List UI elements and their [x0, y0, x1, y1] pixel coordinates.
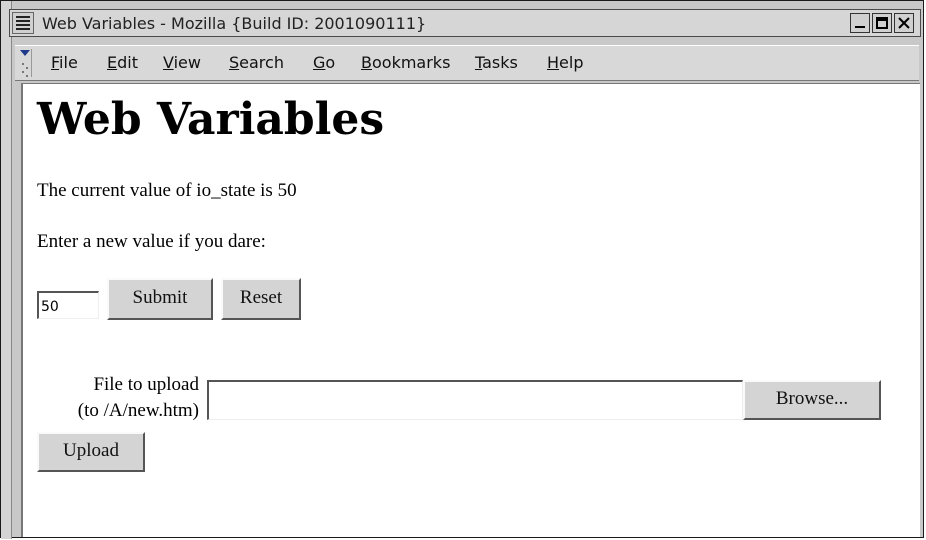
- window-frame-left: [1, 1, 12, 539]
- maximize-icon[interactable]: [872, 13, 892, 33]
- upload-label-line1: File to upload: [93, 374, 199, 395]
- new-value-input[interactable]: 50: [37, 291, 99, 319]
- menu-item-view[interactable]: View: [163, 53, 201, 72]
- current-value-text: The current value of io_state is 50: [37, 180, 297, 201]
- window-title: Web Variables - Mozilla {Build ID: 20010…: [42, 14, 427, 33]
- window-menu-icon[interactable]: [12, 12, 34, 34]
- menu-item-tasks[interactable]: Tasks: [475, 53, 518, 72]
- page-heading: Web Variables: [37, 94, 385, 145]
- page-content: Web Variables The current value of io_st…: [21, 83, 920, 537]
- menu-item-file[interactable]: File: [51, 53, 78, 72]
- close-icon[interactable]: [894, 13, 914, 33]
- upload-label-line2: (to /A/new.htm): [77, 400, 199, 421]
- upload-button[interactable]: Upload: [37, 432, 145, 472]
- menu-bar: File Edit View Search Go Bookmarks Tasks Help: [15, 45, 919, 81]
- file-path-input[interactable]: [207, 380, 743, 420]
- browse-button[interactable]: Browse...: [743, 380, 881, 420]
- menu-item-edit[interactable]: Edit: [107, 53, 138, 72]
- submit-button[interactable]: Submit: [107, 278, 213, 320]
- toolbar-grip-icon[interactable]: [19, 49, 32, 77]
- reset-button[interactable]: Reset: [221, 278, 301, 320]
- menu-item-bookmarks[interactable]: Bookmarks: [361, 53, 450, 72]
- menu-item-go[interactable]: Go: [313, 53, 335, 72]
- title-bar[interactable]: Web Variables - Mozilla {Build ID: 20010…: [9, 9, 921, 37]
- minimize-icon[interactable]: [850, 13, 870, 33]
- prompt-text: Enter a new value if you dare:: [37, 231, 266, 252]
- menu-item-help[interactable]: Help: [547, 53, 583, 72]
- browser-window: Web Variables - Mozilla {Build ID: 20010…: [0, 0, 924, 539]
- menu-item-search[interactable]: Search: [229, 53, 284, 72]
